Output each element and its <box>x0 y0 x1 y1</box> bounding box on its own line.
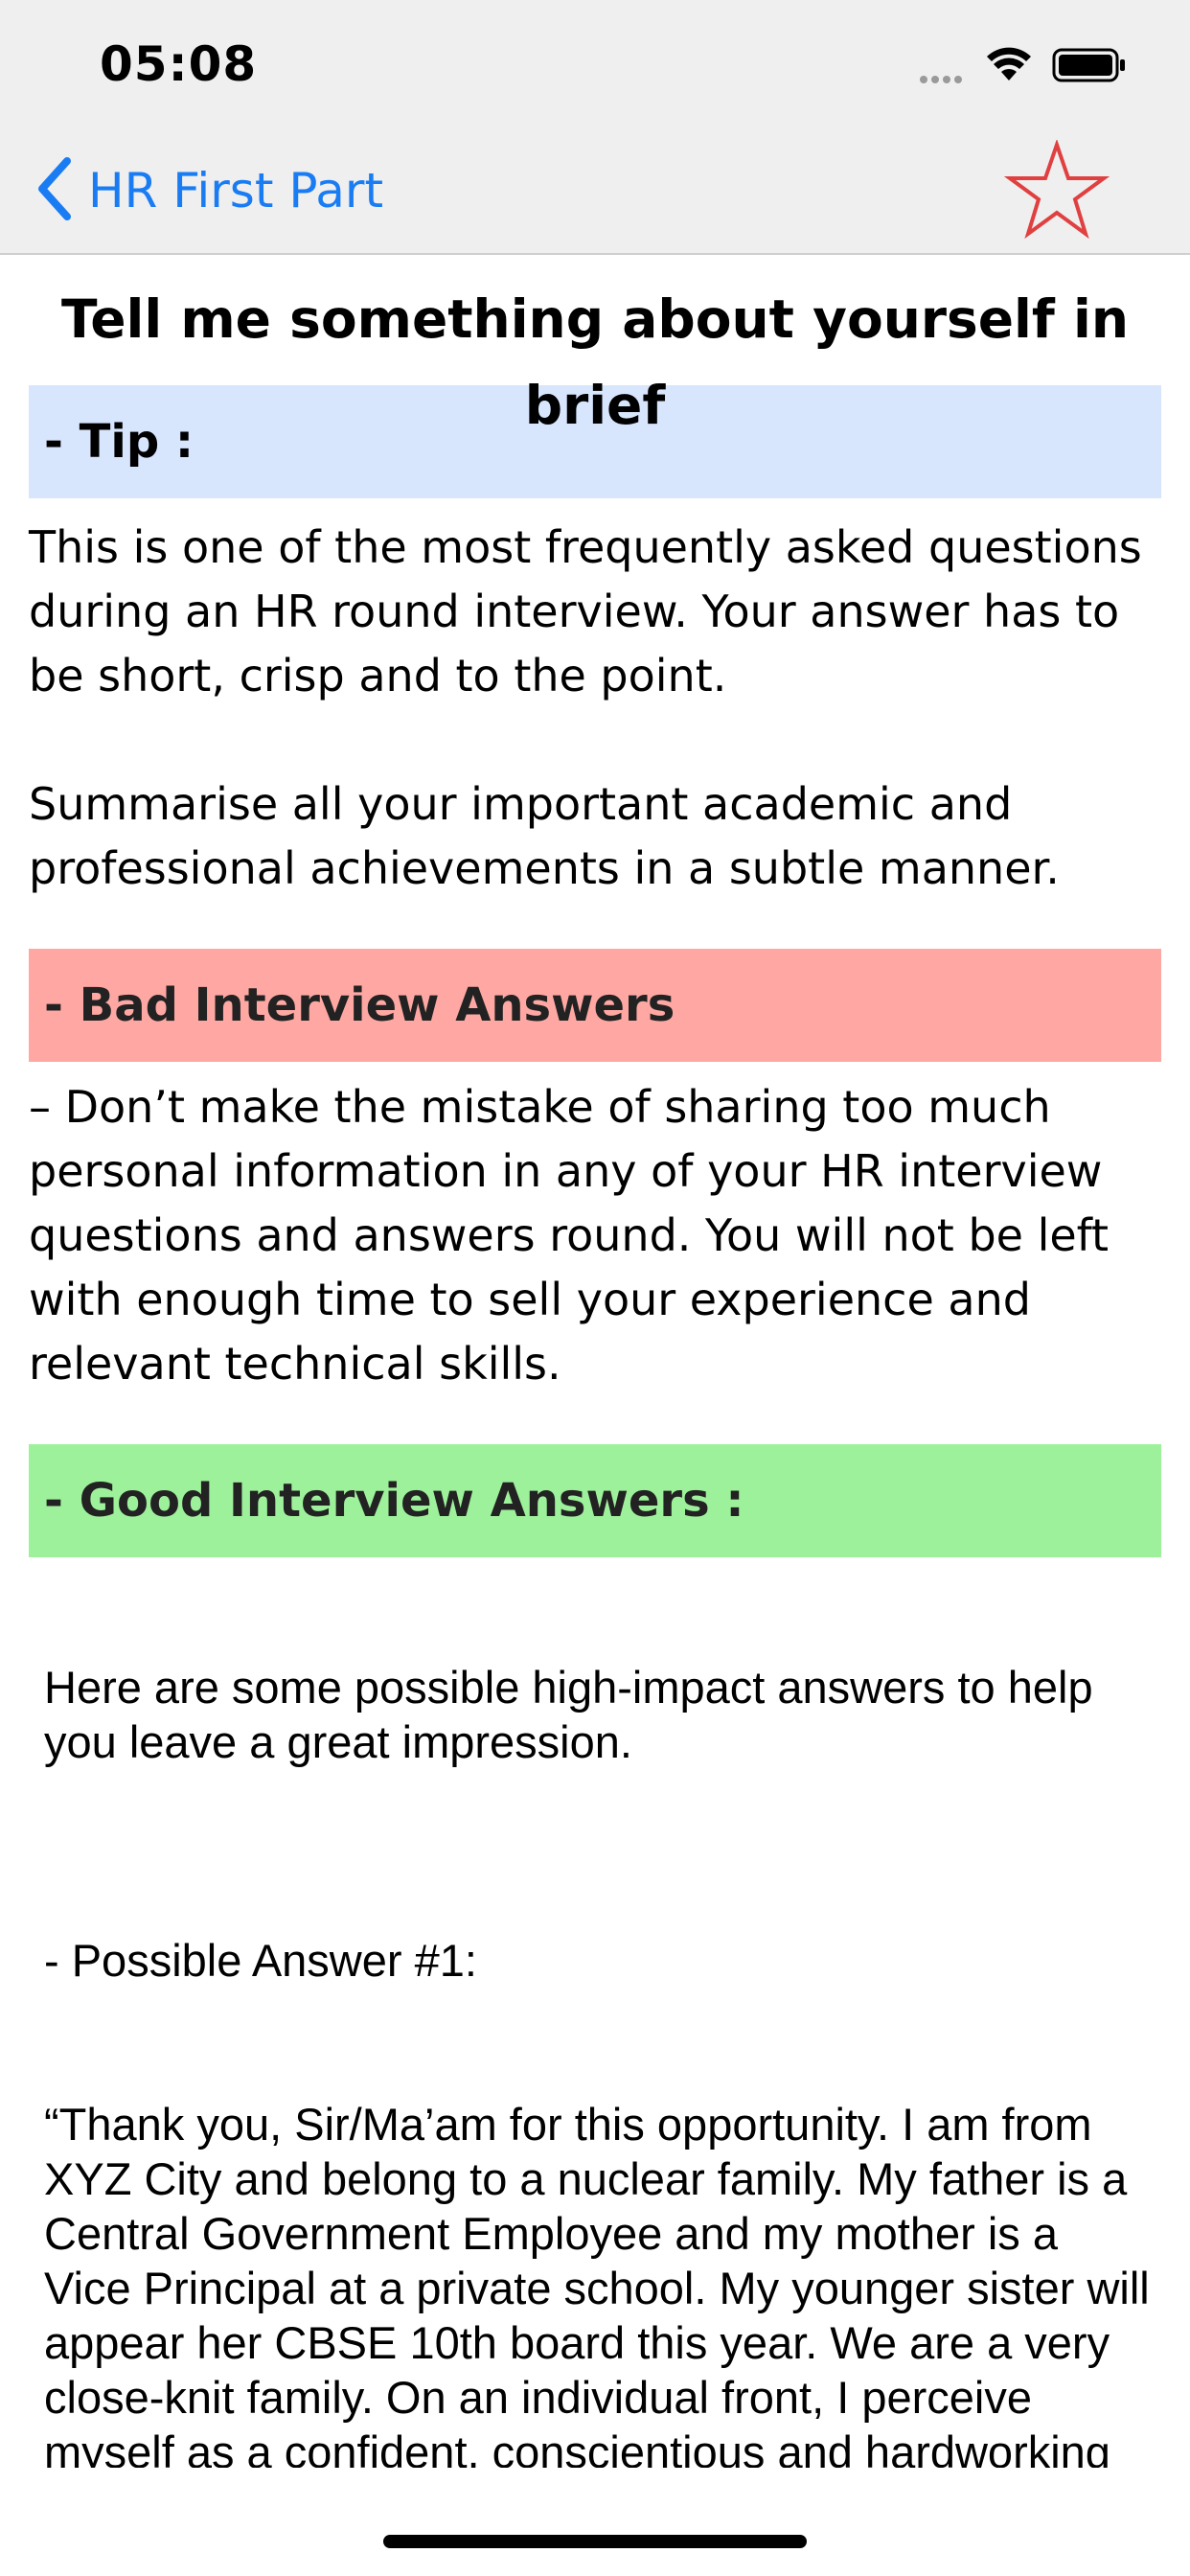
wifi-icon <box>985 44 1033 86</box>
good-answers-intro: Here are some possible high-impact answe… <box>44 1662 1093 1767</box>
bad-answers-text: – Don’t make the mistake of sharing too … <box>29 1081 1110 1390</box>
good-answers-header: - Good Interview Answers : <box>29 1444 1161 1557</box>
possible-answer-text: “Thank you, Sir/Ma’am for this opportuni… <box>44 2099 1150 2468</box>
star-outline-icon <box>1003 138 1110 240</box>
tip-paragraph-1: This is one of the most frequently asked… <box>29 521 1142 702</box>
favorite-star-button[interactable] <box>1003 138 1110 245</box>
back-label: HR First Part <box>88 163 384 218</box>
bottom-safe-area <box>0 2477 1190 2576</box>
article-content: Tell me something about yourself in brie… <box>29 255 1161 2468</box>
home-indicator[interactable] <box>383 2535 807 2548</box>
tip-paragraph-2: Summarise all your important academic an… <box>29 778 1060 894</box>
back-button[interactable]: HR First Part <box>34 157 383 224</box>
possible-answer-label: - Possible Answer #1: <box>44 1935 477 1986</box>
cellular-signal-icon <box>920 69 966 87</box>
status-bar: 05:08 <box>0 0 1190 128</box>
navigation-bar: HR First Part <box>0 128 1190 255</box>
bad-answers-header: - Bad Interview Answers <box>29 949 1161 1062</box>
chevron-left-icon <box>34 157 75 224</box>
battery-icon <box>1052 46 1129 88</box>
good-answers-body: Here are some possible high-impact answe… <box>29 1605 1161 2468</box>
question-title: Tell me something about yourself in brie… <box>61 288 1129 436</box>
status-time: 05:08 <box>100 36 258 92</box>
